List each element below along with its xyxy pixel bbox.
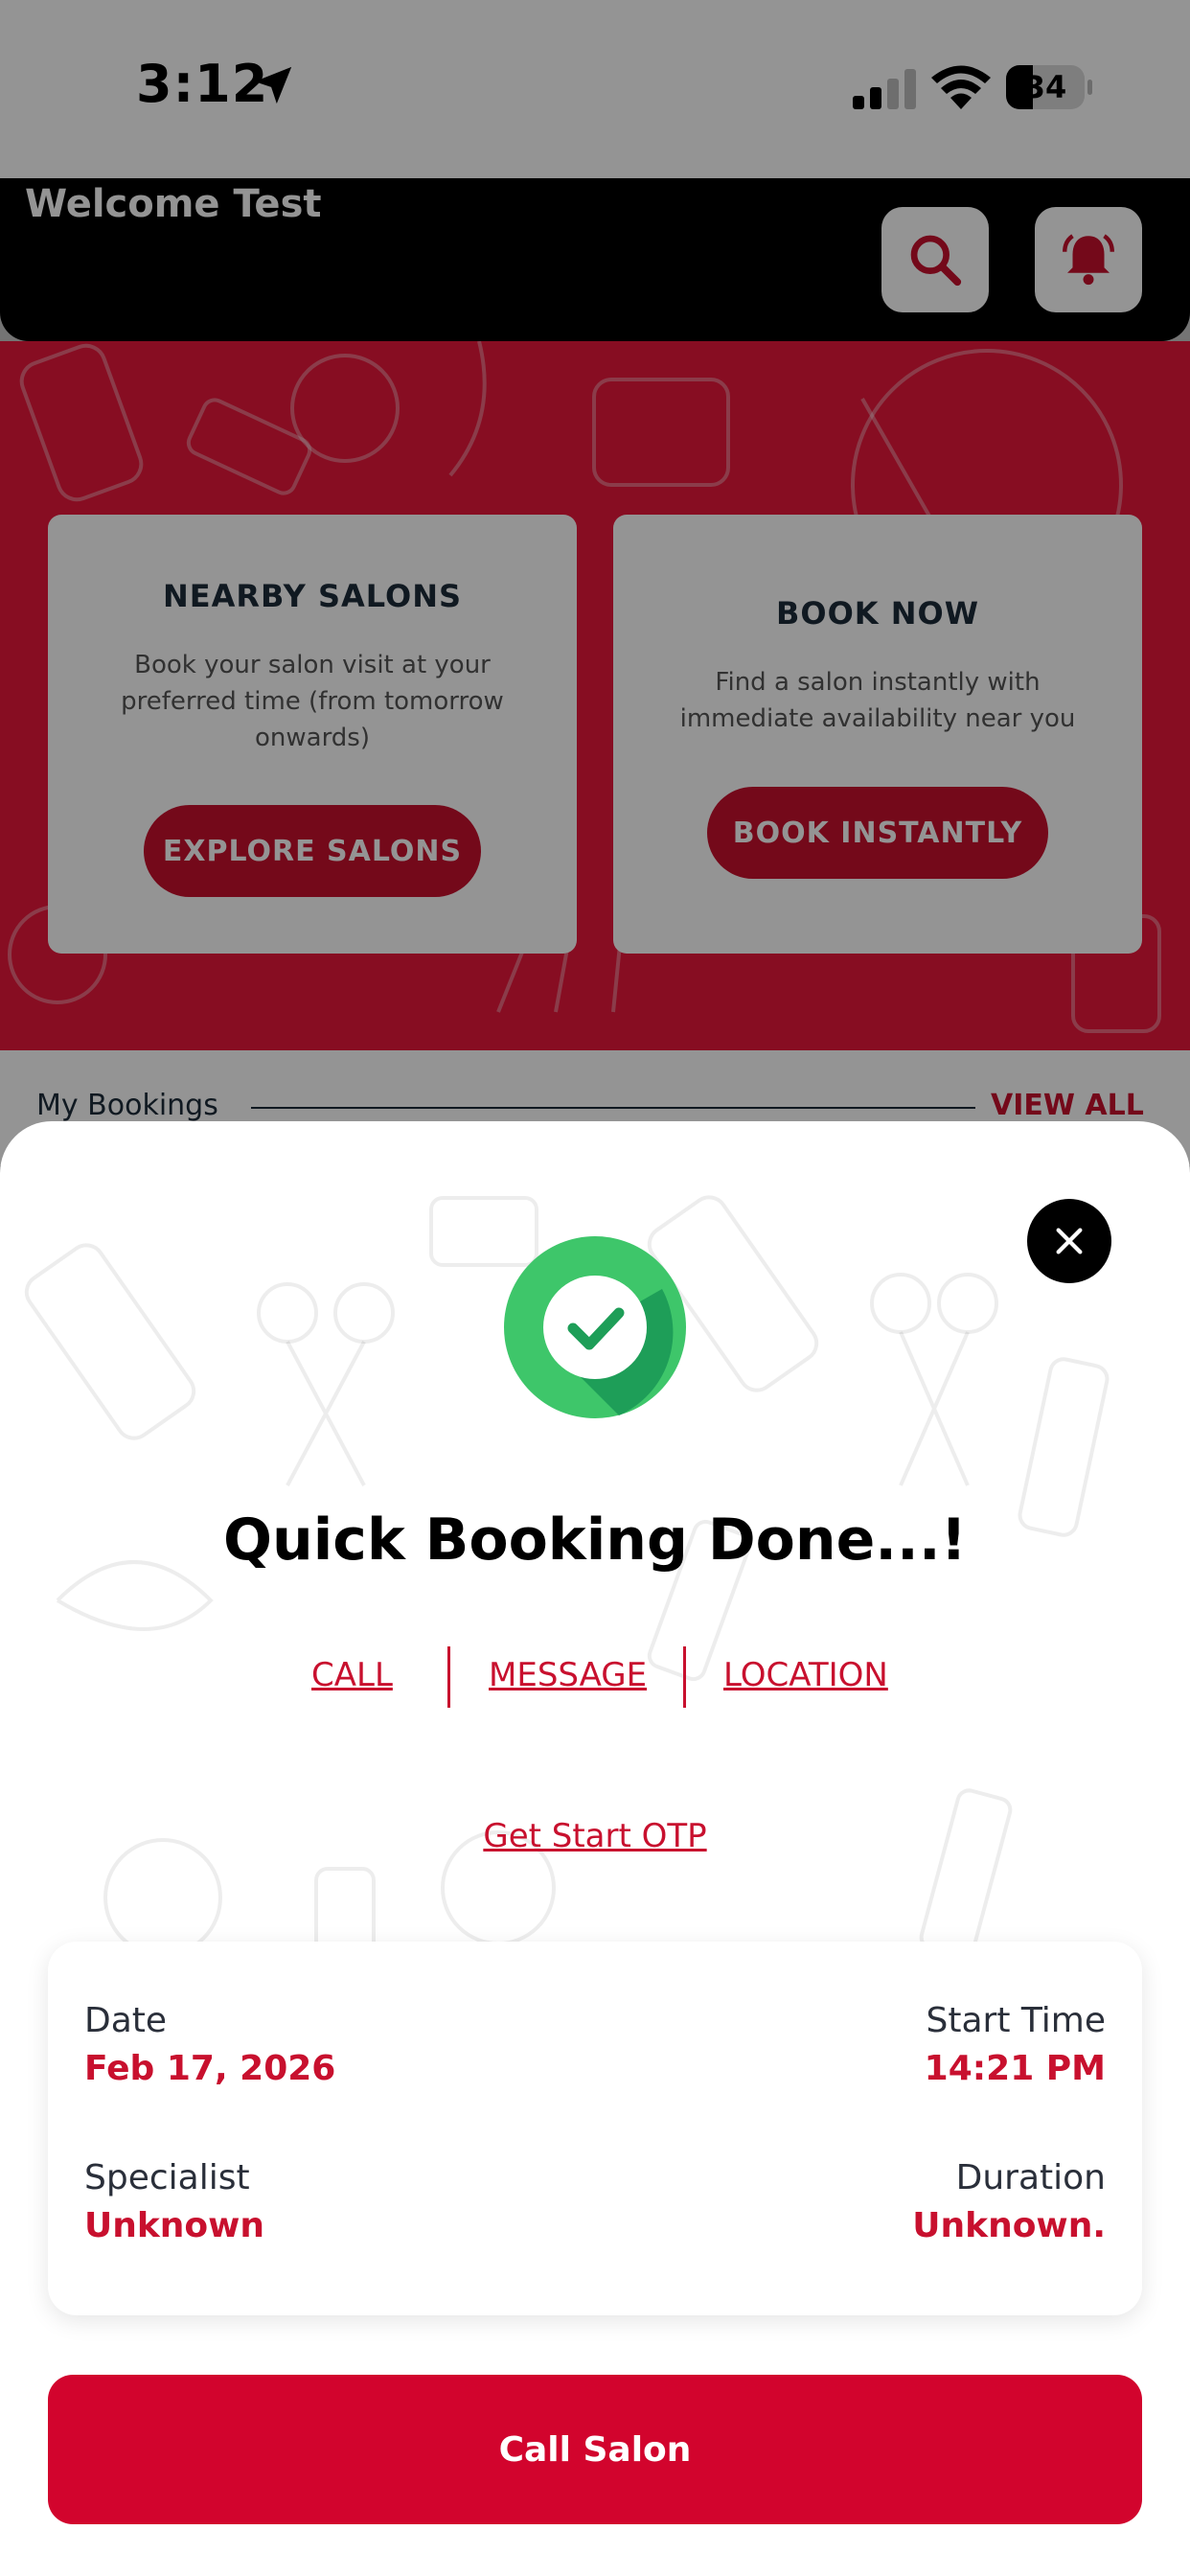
link-separator: [447, 1646, 450, 1708]
link-separator: [683, 1646, 686, 1708]
start-time-value: 14:21 PM: [924, 2049, 1106, 2088]
call-link[interactable]: CALL: [311, 1656, 393, 1694]
specialist-label: Specialist: [84, 2158, 250, 2197]
close-button[interactable]: [1027, 1199, 1111, 1283]
specialist-value: Unknown: [84, 2206, 265, 2245]
call-salon-button[interactable]: Call Salon: [48, 2375, 1142, 2524]
get-start-otp-link[interactable]: Get Start OTP: [0, 1817, 1190, 1855]
close-icon: [1056, 1228, 1083, 1254]
location-link[interactable]: LOCATION: [723, 1656, 888, 1694]
duration-label: Duration: [955, 2158, 1106, 2197]
duration-value: Unknown.: [912, 2206, 1106, 2245]
message-link[interactable]: MESSAGE: [489, 1656, 647, 1694]
start-time-label: Start Time: [926, 2001, 1107, 2040]
date-value: Feb 17, 2026: [84, 2049, 336, 2088]
app-screen: 3:12 34 Welcome Test NEARBY SALONS Book …: [0, 0, 1190, 2576]
booking-details-card: Date Feb 17, 2026 Start Time 14:21 PM Sp…: [48, 1942, 1142, 2315]
date-label: Date: [84, 2001, 168, 2040]
confirmation-title: Quick Booking Done...!: [222, 1506, 967, 1574]
success-check-icon: [504, 1236, 686, 1418]
